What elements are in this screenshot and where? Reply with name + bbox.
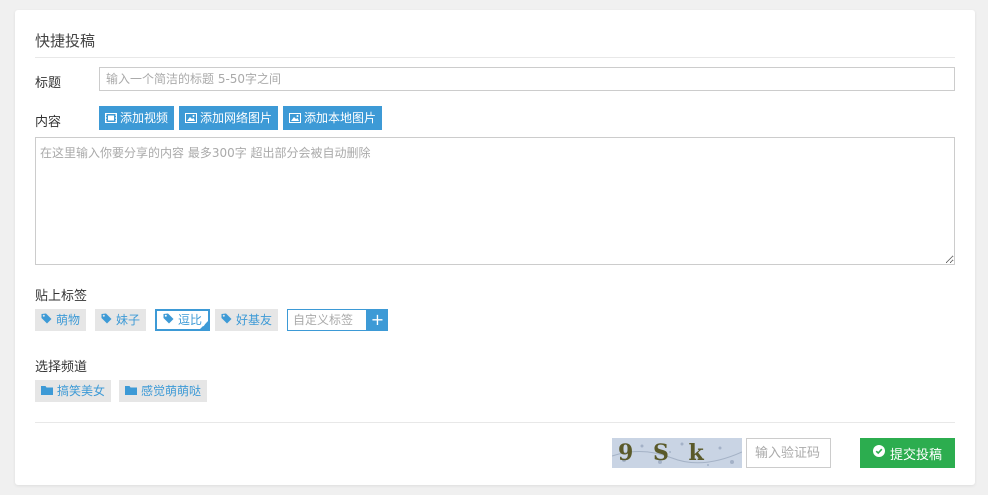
add-local-image-label: 添加本地图片 [304, 111, 377, 125]
title-label: 标题 [35, 76, 62, 91]
add-tag-button[interactable]: + [367, 309, 388, 331]
tag-label: 萌物 [56, 313, 81, 327]
check-circle-icon [872, 445, 885, 461]
captcha-input[interactable] [746, 438, 831, 468]
footer-divider [35, 422, 955, 423]
tag-label: 逗比 [178, 313, 203, 327]
channel-label: 选择频道 [35, 360, 88, 375]
video-icon [105, 113, 117, 123]
tag-label: 妹子 [116, 313, 141, 327]
add-web-image-label: 添加网络图片 [200, 111, 273, 125]
channel-name: 搞笑美女 [57, 384, 106, 398]
folder-icon [125, 380, 137, 402]
card-title: 快捷投稿 [35, 32, 96, 50]
image-icon [185, 113, 197, 123]
content-textarea[interactable] [35, 137, 955, 265]
tag-icon [221, 309, 232, 331]
add-video-label: 添加视频 [120, 111, 169, 125]
add-local-image-button[interactable]: 添加本地图片 [283, 106, 383, 130]
title-input[interactable] [99, 67, 955, 91]
tag-doubi[interactable]: 逗比 ✓ [155, 309, 211, 331]
content-label: 内容 [35, 115, 62, 130]
submit-label: 提交投稿 [889, 447, 942, 463]
tags-label: 贴上标签 [35, 289, 88, 304]
tag-icon [163, 311, 174, 329]
title-divider [35, 57, 955, 58]
folder-icon [41, 380, 53, 402]
add-video-button[interactable]: 添加视频 [99, 106, 175, 130]
quick-post-card: 快捷投稿 标题 内容 添加视频 添加网络图片 添加本地图片 贴上标签 萌物 [15, 10, 975, 485]
tag-haojiyou[interactable]: 好基友 [215, 309, 279, 331]
tag-icon [41, 309, 52, 331]
image-icon [289, 113, 301, 123]
tag-label: 好基友 [236, 313, 273, 327]
submit-button[interactable]: 提交投稿 [860, 438, 955, 468]
custom-tag-input[interactable] [287, 309, 367, 331]
add-web-image-button[interactable]: 添加网络图片 [179, 106, 279, 130]
tag-mengwu[interactable]: 萌物 [35, 309, 87, 331]
channel-gaoxiao-meinv[interactable]: 搞笑美女 [35, 380, 112, 402]
tag-icon [101, 309, 112, 331]
channel-ganjue-mengmengda[interactable]: 感觉萌萌哒 [119, 380, 208, 402]
channel-name: 感觉萌萌哒 [141, 384, 202, 398]
captcha-text: 9 S k m [618, 440, 710, 468]
captcha-image[interactable]: 9 S k m [612, 438, 742, 468]
checkmark-icon: ✓ [201, 320, 209, 329]
tag-meizi[interactable]: 妹子 [95, 309, 147, 331]
